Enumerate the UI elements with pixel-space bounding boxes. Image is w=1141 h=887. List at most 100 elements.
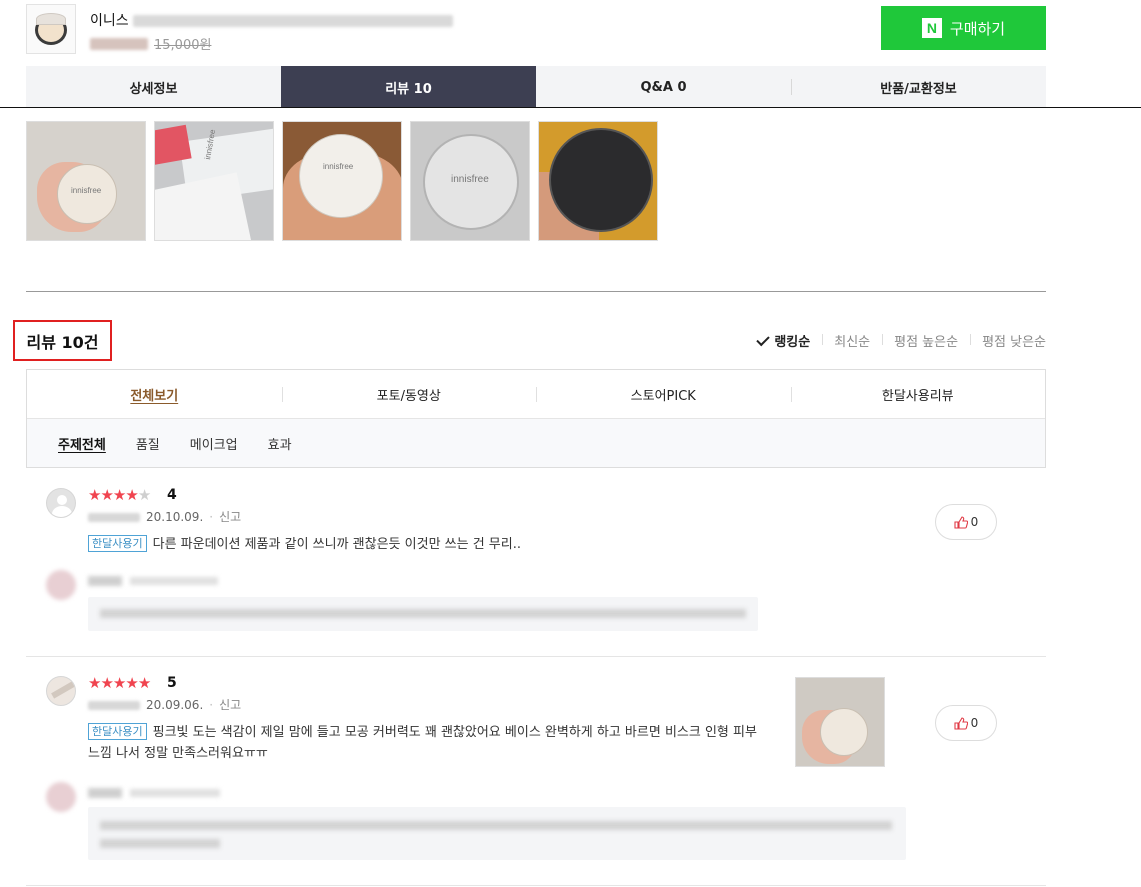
- review-topic-row: 주제전체 품질 메이크업 효과: [27, 419, 1045, 467]
- naver-buy-button[interactable]: N 구매하기: [881, 6, 1046, 50]
- like-count: 0: [970, 716, 979, 730]
- product-name[interactable]: 이니스: [90, 10, 453, 30]
- review-meta: 20.10.09. · 신고: [88, 508, 241, 525]
- star-icon: ★: [100, 486, 113, 504]
- review-filter-tabs: 전체보기 포토/동영상 스토어PICK 한달사용리뷰: [27, 370, 1045, 419]
- thumbs-up-icon: [954, 515, 968, 529]
- filter-store-pick-label: 스토어PICK: [630, 388, 696, 404]
- reply-avatar-blurred: [46, 782, 76, 812]
- star-icon: ★: [88, 486, 101, 504]
- review-photo[interactable]: innisfree: [282, 121, 402, 241]
- product-header: 이니스 15,000원 N 구매하기: [26, 4, 1046, 56]
- review-sort-options: 랭킹순 최신순 평점 높은순 평점 낮은순: [756, 331, 1046, 350]
- like-button[interactable]: 0: [935, 705, 997, 741]
- sort-rating-low[interactable]: 평점 낮은순: [970, 331, 1046, 350]
- sort-ranking[interactable]: 랭킹순: [756, 331, 822, 350]
- filter-store-pick[interactable]: 스토어PICK: [536, 370, 791, 418]
- tab-detail[interactable]: 상세정보: [26, 66, 281, 108]
- reply-date-blurred: [130, 577, 218, 585]
- reply-author-blurred: [88, 576, 122, 586]
- like-button[interactable]: 0: [935, 504, 997, 540]
- compact-shape: [299, 134, 383, 218]
- sale-price-blurred: [90, 37, 148, 50]
- star-icon: ★: [88, 674, 101, 692]
- filter-all-label: 전체보기: [130, 388, 179, 404]
- compact-shape: [820, 708, 868, 756]
- avatar-body: [52, 506, 72, 517]
- review-item: ★★★★★ 4 20.10.09. · 신고 한달사용기 다른 파운데이션 제품과 같…: [26, 482, 1046, 657]
- review-body: 한달사용기 핑크빛 도는 색감이 제일 맘에 들고 모공 커버력도 꽤 괜찮았어요…: [88, 722, 758, 764]
- review-photo[interactable]: innisfree: [154, 121, 274, 241]
- tabs-divider: [0, 107, 1141, 108]
- seller-reply-blurred: [88, 597, 758, 631]
- filter-photo-video-label: 포토/동영상: [376, 388, 441, 404]
- review-date: 20.09.06.: [146, 698, 204, 712]
- reviewer-id-blurred: [88, 513, 140, 522]
- topic-makeup[interactable]: 메이크업: [190, 434, 238, 453]
- topic-all[interactable]: 주제전체: [58, 434, 106, 453]
- star-icon: ★: [137, 674, 151, 692]
- avatar-head: [57, 495, 67, 505]
- rating-score: 5: [167, 675, 177, 691]
- check-icon: [756, 332, 771, 347]
- reply-author-blurred: [88, 788, 122, 798]
- seller-reply-blurred: [88, 807, 906, 860]
- product-thumbnail[interactable]: [26, 4, 76, 54]
- red-label-shape: [155, 124, 192, 166]
- filter-all[interactable]: 전체보기: [27, 370, 282, 418]
- sort-latest[interactable]: 최신순: [822, 331, 882, 350]
- rating-score: 4: [167, 487, 177, 503]
- report-link[interactable]: 신고: [219, 510, 241, 524]
- report-link[interactable]: 신고: [219, 698, 241, 712]
- reply-avatar-blurred: [46, 570, 76, 600]
- review-photo[interactable]: [538, 121, 658, 241]
- like-count: 0: [970, 515, 979, 529]
- sort-ranking-label: 랭킹순: [774, 335, 811, 350]
- blurred-line: [100, 609, 746, 618]
- review-attached-photo[interactable]: [795, 677, 885, 767]
- photo-brand-text: innisfree: [71, 186, 102, 195]
- tab-return-exchange[interactable]: 반품/교환정보: [791, 66, 1046, 108]
- filter-month-use[interactable]: 한달사용리뷰: [790, 370, 1046, 418]
- reply-date-blurred: [130, 789, 220, 797]
- meta-separator: ·: [209, 698, 214, 712]
- star-rating: ★★★★★: [88, 486, 151, 504]
- review-text: 핑크빛 도는 색감이 제일 맘에 들고 모공 커버력도 꽤 괜찮았어요 베이스 …: [88, 725, 757, 761]
- month-use-badge: 한달사용기: [88, 723, 147, 740]
- review-filter-box: 전체보기 포토/동영상 스토어PICK 한달사용리뷰 주제전체 품질 메이크업 …: [26, 369, 1046, 468]
- original-price: 15,000원: [154, 38, 212, 53]
- box-shape: [155, 172, 252, 240]
- tab-reviews[interactable]: 리뷰 10: [281, 66, 536, 108]
- product-price: 15,000원: [90, 34, 211, 53]
- product-tabs: 상세정보 리뷰 10 Q&A 0 반품/교환정보: [26, 66, 1046, 108]
- review-photo-strip: innisfree innisfree innisfree innisfree: [26, 121, 658, 241]
- compact-shape: [549, 128, 653, 232]
- review-body: 한달사용기 다른 파운데이션 제품과 같이 쓰니까 괜찮은듯 이것만 쓰는 건 무…: [88, 534, 768, 555]
- blurred-line: [100, 839, 220, 848]
- star-icon: ★: [125, 674, 138, 692]
- review-item: ★★★★★ 5 20.09.06. · 신고 한달사용기 핑크빛 도는 색감이 제일 …: [26, 670, 1046, 886]
- filter-month-use-label: 한달사용리뷰: [881, 388, 954, 404]
- month-use-badge: 한달사용기: [88, 535, 147, 552]
- compact-lid: [36, 13, 66, 25]
- star-rating: ★★★★★: [88, 674, 151, 692]
- star-icon: ★: [112, 486, 126, 504]
- review-photo[interactable]: innisfree: [410, 121, 530, 241]
- review-count-title: 리뷰 10건: [13, 320, 112, 361]
- tab-qna[interactable]: Q&A 0: [536, 66, 791, 108]
- sort-rating-high[interactable]: 평점 높은순: [882, 331, 970, 350]
- product-name-blurred: [132, 15, 453, 27]
- star-icon: ★: [112, 674, 126, 692]
- star-icon: ★: [125, 486, 138, 504]
- topic-quality[interactable]: 품질: [136, 434, 160, 453]
- review-photo[interactable]: innisfree: [26, 121, 146, 241]
- photo-brand-text: innisfree: [323, 162, 354, 171]
- topic-effect[interactable]: 효과: [268, 434, 292, 453]
- section-divider: [26, 291, 1046, 292]
- user-avatar-icon: [46, 488, 76, 518]
- buy-button-label: 구매하기: [949, 20, 1006, 38]
- review-meta: 20.09.06. · 신고: [88, 696, 241, 713]
- star-icon: ★: [100, 674, 113, 692]
- filter-photo-video[interactable]: 포토/동영상: [281, 370, 537, 418]
- blurred-line: [100, 821, 892, 830]
